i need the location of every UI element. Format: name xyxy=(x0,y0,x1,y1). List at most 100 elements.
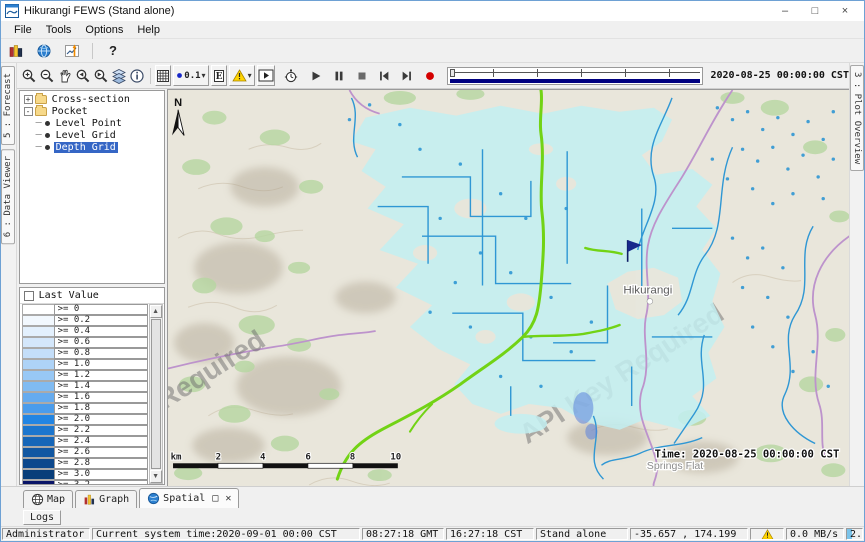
legend-row[interactable]: >= 0.6 xyxy=(22,337,164,348)
legend-row[interactable]: >= 1.4 xyxy=(22,381,164,392)
stop-icon[interactable] xyxy=(354,65,369,86)
info-icon[interactable] xyxy=(129,65,145,86)
chart-arrow-icon[interactable] xyxy=(61,41,83,61)
tree-expander-icon[interactable]: + xyxy=(24,95,33,104)
legend-row[interactable]: >= 1.8 xyxy=(22,403,164,414)
tab-data-viewer[interactable]: 6 : Data Viewer xyxy=(1,149,15,244)
tree-item[interactable]: - Pocket xyxy=(22,105,164,117)
legend-row[interactable]: >= 2.2 xyxy=(22,425,164,436)
legend-value-label: >= 2.8 xyxy=(54,458,148,469)
tree-item[interactable]: +Cross-section xyxy=(22,93,164,105)
map-toolbar: 0.1 ▾ E ▾ xyxy=(17,63,849,89)
legend-value-label: >= 1.6 xyxy=(54,392,148,403)
play-icon[interactable] xyxy=(309,65,324,86)
close-button[interactable]: × xyxy=(830,5,860,17)
time-slider[interactable] xyxy=(447,67,702,85)
record-icon[interactable] xyxy=(422,65,437,86)
step-last-icon[interactable] xyxy=(400,65,415,86)
panel-close-icon[interactable]: ✕ xyxy=(225,493,231,504)
tree-item[interactable]: ─Level Grid xyxy=(22,129,164,141)
panel-maximize-icon[interactable]: □ xyxy=(212,493,218,504)
tab-graph[interactable]: Graph xyxy=(75,490,137,508)
legend-color-swatch xyxy=(22,381,54,392)
thresholds-dropdown[interactable]: ▾ xyxy=(229,65,255,86)
menu-bar: File Tools Options Help xyxy=(1,21,864,39)
legend-row[interactable]: >= 1.6 xyxy=(22,392,164,403)
zoom-in-icon[interactable] xyxy=(21,65,37,86)
tree-item-label: Pocket xyxy=(50,106,90,117)
tab-forecast[interactable]: 5 : Forecast xyxy=(1,66,15,145)
maximize-button[interactable]: □ xyxy=(800,5,830,17)
dot-icon xyxy=(176,72,183,79)
legend-row[interactable]: >= 1.2 xyxy=(22,370,164,381)
globe-icon[interactable] xyxy=(33,41,55,61)
legend-value-label: >= 1.0 xyxy=(54,359,148,370)
tab-map[interactable]: Map xyxy=(23,490,73,508)
window-title: Hikurangi FEWS (Stand alone) xyxy=(24,5,770,17)
time-slider-handle[interactable] xyxy=(450,69,455,77)
svg-text:E: E xyxy=(215,72,222,82)
classbreak-dropdown[interactable]: 0.1 ▾ xyxy=(173,65,208,86)
scroll-up-icon[interactable]: ▲ xyxy=(150,305,162,318)
grid-display-icon[interactable] xyxy=(155,65,171,86)
legend-color-swatch xyxy=(22,414,54,425)
menu-help[interactable]: Help xyxy=(130,22,167,38)
legend-value-label: >= 0 xyxy=(54,304,148,315)
tree-expander-icon[interactable]: - xyxy=(24,107,33,116)
legend-row[interactable]: >= 0.4 xyxy=(22,326,164,337)
legend-color-swatch xyxy=(22,348,54,359)
right-tab-strip: 3 : Plot Overview xyxy=(849,63,864,486)
help-button[interactable]: ? xyxy=(102,41,124,61)
legend-color-swatch xyxy=(22,447,54,458)
labels-toggle-icon[interactable]: E xyxy=(211,65,227,86)
logs-button[interactable]: Logs xyxy=(23,510,61,525)
zoom-previous-icon[interactable] xyxy=(75,65,91,86)
data-viewer-panel: +Cross-section - Pocket─Level Point─Level … xyxy=(17,89,167,486)
status-memory: 2.5 GB xyxy=(846,528,863,540)
legend-row[interactable]: >= 3.2 xyxy=(22,480,164,484)
legend-panel: Last Value >= 0>= 0.2>= 0.4>= 0.6>= 0.8>… xyxy=(19,287,165,485)
tab-plot-overview[interactable]: 3 : Plot Overview xyxy=(850,65,864,171)
legend-scrollbar[interactable]: ▲ ▼ xyxy=(149,304,163,484)
warning-icon xyxy=(232,69,247,82)
tree-item[interactable]: ─Level Point xyxy=(22,117,164,129)
legend-color-swatch xyxy=(22,392,54,403)
legend-row[interactable]: >= 2.0 xyxy=(22,414,164,425)
menu-options[interactable]: Options xyxy=(78,22,130,38)
status-system-time: Current system time:2020-09-01 00:00 CST xyxy=(92,528,360,540)
legend-color-swatch xyxy=(22,425,54,436)
minimize-button[interactable]: – xyxy=(770,5,800,17)
menu-tools[interactable]: Tools xyxy=(39,22,79,38)
map-view[interactable]: API Key Required xyxy=(167,89,849,486)
status-warning-cell[interactable] xyxy=(750,528,784,540)
legend-row[interactable]: >= 0.8 xyxy=(22,348,164,359)
animation-settings-icon[interactable] xyxy=(283,65,299,86)
legend-row[interactable]: >= 2.6 xyxy=(22,447,164,458)
application-window: Hikurangi FEWS (Stand alone) – □ × File … xyxy=(0,0,865,542)
zoom-out-icon[interactable] xyxy=(39,65,55,86)
legend-row[interactable]: >= 0.2 xyxy=(22,315,164,326)
tab-spatial[interactable]: Spatial □ ✕ xyxy=(139,488,239,508)
current-datetime-label: 2020-08-25 00:00:00 CST xyxy=(711,70,849,81)
scroll-down-icon[interactable]: ▼ xyxy=(150,470,162,483)
scrollbar-thumb[interactable] xyxy=(151,319,161,469)
tree-item[interactable]: ─Depth Grid xyxy=(22,141,164,153)
database-icon[interactable] xyxy=(5,41,27,61)
last-value-checkbox[interactable] xyxy=(24,291,34,301)
menu-file[interactable]: File xyxy=(7,22,39,38)
legend-row[interactable]: >= 2.8 xyxy=(22,458,164,469)
legend-row[interactable]: >= 2.4 xyxy=(22,436,164,447)
step-first-icon[interactable] xyxy=(377,65,392,86)
zoom-next-icon[interactable] xyxy=(93,65,109,86)
legend-value-label: >= 0.6 xyxy=(54,337,148,348)
legend-row[interactable]: >= 3.0 xyxy=(22,469,164,480)
app-logo-icon xyxy=(5,4,19,18)
movie-player-icon[interactable] xyxy=(257,65,275,86)
bullet-icon xyxy=(45,121,50,126)
layers-icon[interactable] xyxy=(111,65,127,86)
legend-color-swatch xyxy=(22,337,54,348)
pause-icon[interactable] xyxy=(331,65,346,86)
pan-hand-icon[interactable] xyxy=(57,65,73,86)
legend-row[interactable]: >= 1.0 xyxy=(22,359,164,370)
legend-row[interactable]: >= 0 xyxy=(22,304,164,315)
